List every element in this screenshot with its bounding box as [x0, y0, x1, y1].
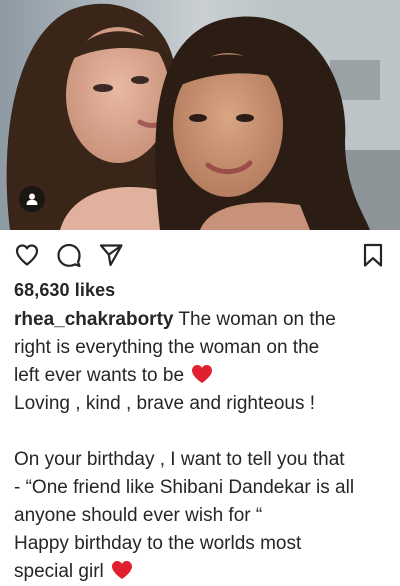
paper-plane-icon[interactable] [98, 242, 124, 268]
comment-bubble-icon[interactable] [56, 242, 82, 268]
caption-text: On your birthday , I want to tell you th… [14, 449, 345, 470]
user-tag-icon[interactable] [19, 186, 45, 212]
caption-line: left ever wants to be [14, 362, 390, 390]
red-heart-emoji-icon [192, 365, 213, 383]
caption-text: Loving , kind , brave and righteous ! [14, 393, 316, 414]
caption-text: anyone should ever wish for “ [14, 505, 263, 526]
caption-line: special girl [14, 558, 390, 586]
caption-text: left ever wants to be [14, 365, 190, 386]
caption-text: - “One friend like Shibani Dandekar is a… [14, 477, 355, 498]
red-heart-emoji-icon [112, 561, 133, 579]
post-photo[interactable] [0, 0, 400, 230]
likes-count[interactable]: 68,630 likes [14, 280, 115, 301]
caption-line: rhea_chakraborty The woman on the [14, 306, 390, 334]
heart-outline-icon[interactable] [14, 242, 40, 268]
bookmark-icon[interactable] [360, 242, 386, 268]
caption-text: special girl [14, 561, 110, 582]
username-link[interactable]: rhea_chakraborty [14, 309, 173, 330]
caption-text: right is everything the woman on the [14, 337, 320, 358]
post-caption: rhea_chakraborty The woman on the right … [14, 306, 390, 586]
caption-text: The woman on the [173, 309, 336, 330]
post-photo-image [0, 0, 400, 230]
post-action-bar [0, 230, 400, 278]
caption-text: Happy birthday to the worlds most [14, 533, 302, 554]
